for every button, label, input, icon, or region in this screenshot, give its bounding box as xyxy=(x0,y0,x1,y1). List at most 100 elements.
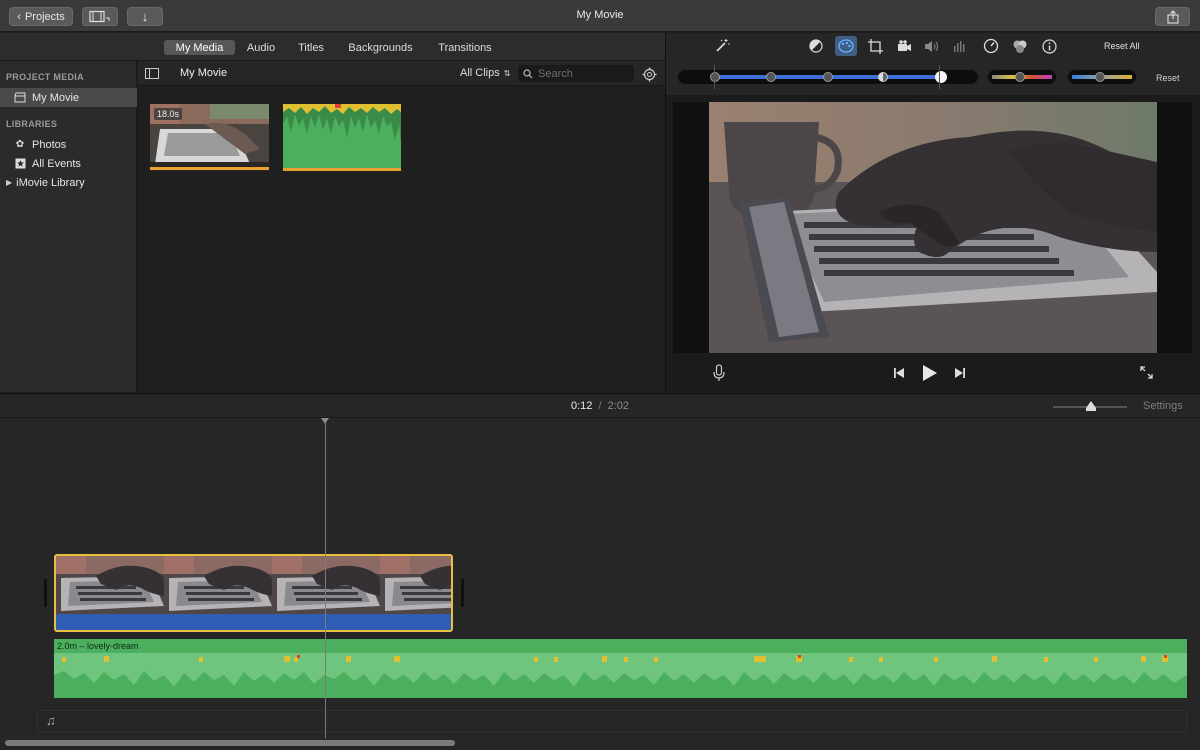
video-camera-icon xyxy=(897,39,911,51)
saturation-handle[interactable] xyxy=(1015,72,1025,82)
equalizer-button[interactable] xyxy=(950,37,970,55)
tab-backgrounds[interactable]: Backgrounds xyxy=(343,40,418,55)
fullscreen-button[interactable] xyxy=(1137,363,1155,381)
audio-clip-thumbnail[interactable] xyxy=(283,104,401,171)
timeline-settings-button[interactable]: Settings xyxy=(1143,400,1183,412)
volume-button[interactable] xyxy=(922,37,942,55)
play-icon xyxy=(923,365,937,381)
clip-filter-select[interactable]: All Clips ⇅ xyxy=(460,67,510,79)
video-filter-button[interactable] xyxy=(1010,37,1030,55)
midtone-handle[interactable] xyxy=(823,72,833,82)
timeline-header: 0:12 / 2:02 Settings xyxy=(0,393,1200,418)
overlapping-circles-icon xyxy=(1013,40,1027,53)
used-clip-bar xyxy=(150,167,269,170)
gear-icon xyxy=(642,67,656,81)
zoom-slider[interactable] xyxy=(1053,401,1127,411)
sidebar-item-label: Photos xyxy=(32,138,67,151)
search-icon xyxy=(523,68,533,78)
project-media-heading: PROJECT MEDIA xyxy=(6,72,84,82)
tab-titles[interactable]: Titles xyxy=(290,40,332,55)
skip-back-button[interactable] xyxy=(891,365,907,381)
clip-duration-badge: 18.0s xyxy=(154,108,183,120)
zoom-slider-handle[interactable] xyxy=(1086,401,1096,408)
media-browser-title: My Movie xyxy=(180,67,228,79)
crop-icon xyxy=(867,38,883,54)
sidebar-item-label: All Events xyxy=(32,157,81,170)
reset-button[interactable]: Reset xyxy=(1156,73,1180,83)
skip-forward-button[interactable] xyxy=(952,365,968,381)
voiceover-button[interactable] xyxy=(711,363,727,383)
timeline-scrollbar[interactable] xyxy=(5,740,455,746)
midtone-low-handle[interactable] xyxy=(766,72,776,82)
video-preview-image[interactable] xyxy=(709,102,1157,353)
timecode-display: 0:12 / 2:02 xyxy=(0,400,1200,412)
zoom-slider-handle-base xyxy=(1086,408,1096,411)
libraries-heading: LIBRARIES xyxy=(6,119,58,129)
media-browser-header: My Movie All Clips ⇅ Search xyxy=(138,61,665,86)
preview-frame xyxy=(673,102,1192,353)
sidebar-item-imovie-library[interactable]: ▶ iMovie Library xyxy=(0,173,137,192)
skip-forward-icon xyxy=(955,368,965,378)
video-clip-thumbnail[interactable]: 18.0s xyxy=(150,104,269,171)
share-icon xyxy=(1166,9,1179,24)
playhead-line[interactable] xyxy=(325,422,326,738)
photos-flower-icon: ✿ xyxy=(15,139,25,150)
sidebar-item-all-events[interactable]: All Events xyxy=(0,154,137,173)
clip-trim-handle-left[interactable] xyxy=(44,579,47,607)
color-balance-button[interactable] xyxy=(806,37,826,55)
search-placeholder: Search xyxy=(538,67,573,80)
used-clip-bar xyxy=(283,168,401,171)
clip-info-button[interactable] xyxy=(1039,37,1059,55)
slider-tick xyxy=(939,65,940,89)
updown-chevron-icon: ⇅ xyxy=(503,68,511,78)
tab-my-media[interactable]: My Media xyxy=(164,40,235,55)
sidebar-item-label: iMovie Library xyxy=(16,176,85,189)
current-time: 0:12 xyxy=(570,400,593,412)
speedometer-icon xyxy=(983,38,999,54)
equalizer-icon xyxy=(954,41,965,52)
music-note-icon: ♫ xyxy=(46,713,56,728)
shadow-handle[interactable] xyxy=(710,72,720,82)
sidebar-item-photos[interactable]: ✿ Photos xyxy=(0,135,137,154)
audio-waveform xyxy=(283,104,401,144)
clip-trim-handle-right[interactable] xyxy=(461,579,464,607)
color-levels-slider[interactable] xyxy=(678,70,978,84)
browser-settings-button[interactable] xyxy=(640,65,658,83)
skip-back-icon xyxy=(894,368,904,378)
enhance-button[interactable] xyxy=(712,37,732,55)
info-icon xyxy=(1041,38,1057,54)
share-button[interactable] xyxy=(1155,7,1190,26)
audio-clip[interactable]: 2.0m – lovely-dream xyxy=(54,639,1187,698)
timeline[interactable]: 2.0m – lovely-dream ♫ xyxy=(0,418,1200,750)
sidebar-toggle-icon xyxy=(145,67,159,79)
highlight-handle[interactable] xyxy=(935,71,947,83)
adjustments-bar: Reset All Reset xyxy=(666,33,1200,95)
magic-wand-icon xyxy=(716,39,730,52)
temperature-slider[interactable] xyxy=(1068,70,1136,84)
saturation-slider[interactable] xyxy=(988,70,1056,84)
sidebar-item-my-movie[interactable]: My Movie xyxy=(0,88,137,107)
star-box-icon xyxy=(14,158,26,170)
midtone-high-handle[interactable] xyxy=(878,72,888,82)
tab-transitions[interactable]: Transitions xyxy=(432,40,498,55)
toggle-sidebar-button[interactable] xyxy=(144,66,160,80)
palette-icon xyxy=(838,39,854,53)
play-button[interactable] xyxy=(920,362,940,384)
tab-audio[interactable]: Audio xyxy=(240,40,282,55)
stabilization-button[interactable] xyxy=(894,37,914,55)
crop-button[interactable] xyxy=(865,37,885,55)
slider-tick xyxy=(714,65,715,89)
color-correction-button[interactable] xyxy=(835,36,857,56)
background-music-well[interactable]: ♫ xyxy=(37,710,1187,732)
reset-all-button[interactable]: Reset All xyxy=(1104,41,1140,51)
title-bar: ‹ Projects ↓ My Movie xyxy=(0,0,1200,32)
search-input[interactable]: Search xyxy=(518,65,634,82)
temperature-handle[interactable] xyxy=(1095,72,1105,82)
clip-filter-label: All Clips xyxy=(460,67,500,79)
disclosure-triangle-icon[interactable]: ▶ xyxy=(6,178,12,187)
speed-button[interactable] xyxy=(981,37,1001,55)
time-separator: / xyxy=(598,400,602,412)
video-clip[interactable] xyxy=(54,554,453,632)
sidebar-item-label: My Movie xyxy=(32,91,80,104)
video-clip-filmstrip xyxy=(56,556,451,614)
